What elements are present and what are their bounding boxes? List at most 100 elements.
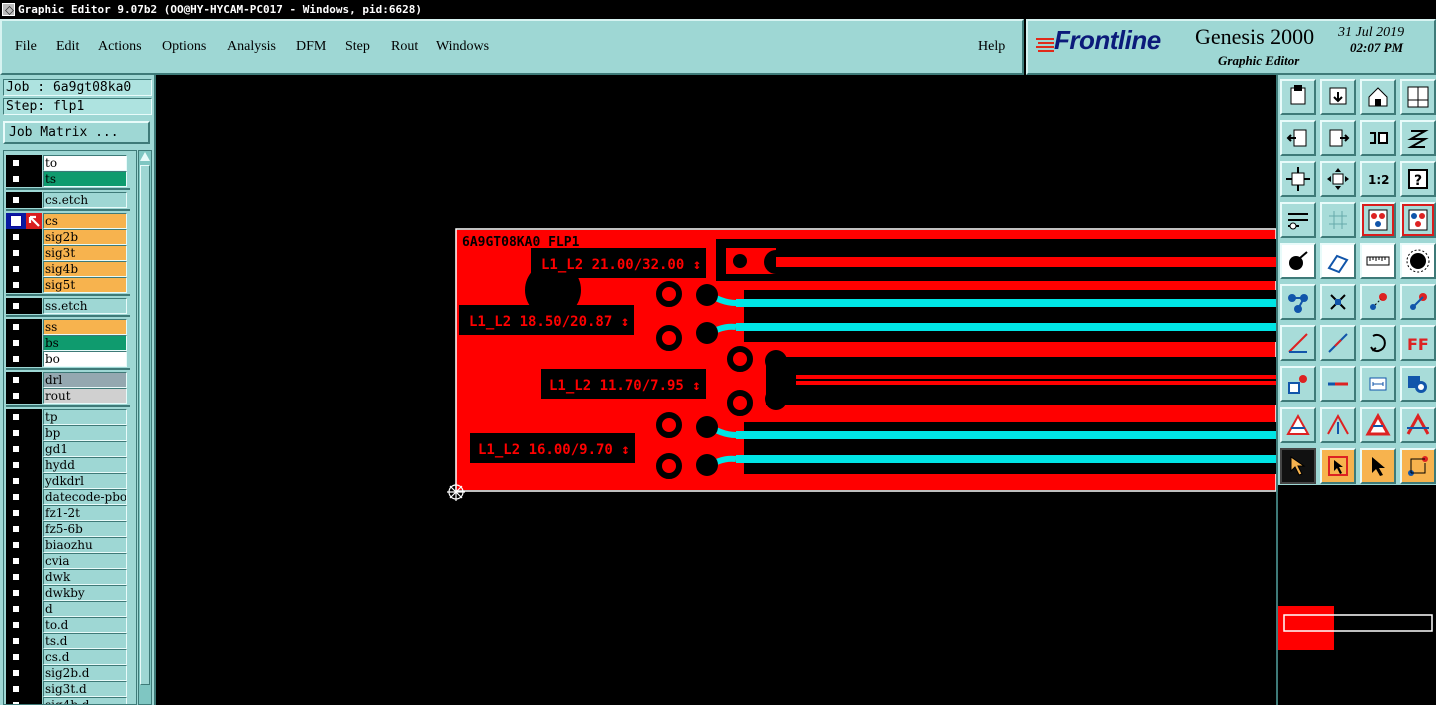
fit-all-tool-button[interactable]: [1280, 161, 1316, 197]
layer-checkbox[interactable]: [11, 476, 21, 486]
home-tool-button[interactable]: [1360, 79, 1396, 115]
snap-tool-button[interactable]: [1400, 120, 1436, 156]
layer-row-cs[interactable]: cs: [6, 213, 128, 229]
layer-checkbox[interactable]: [11, 524, 21, 534]
layer-affected-slot[interactable]: [26, 537, 42, 553]
layer-affected-slot[interactable]: [26, 155, 42, 171]
layer-row-ydkdrl[interactable]: ydkdrl: [6, 473, 128, 489]
layer-row-tp[interactable]: tp: [6, 409, 128, 425]
layer-checkbox[interactable]: [11, 216, 21, 226]
layer-checkbox[interactable]: [11, 492, 21, 502]
layer-name[interactable]: cs.etch: [43, 192, 127, 208]
layer-affected-slot[interactable]: [26, 697, 42, 704]
layer-affected-slot[interactable]: [26, 457, 42, 473]
layer-checkbox[interactable]: [11, 556, 21, 566]
layer-checkbox[interactable]: [11, 540, 21, 550]
layer-checkbox[interactable]: [11, 391, 21, 401]
window-tool-button[interactable]: [1400, 79, 1436, 115]
layer-name[interactable]: cvia: [43, 553, 127, 569]
layer-row-fz5-6b[interactable]: fz5-6b: [6, 521, 128, 537]
pointer-tool-button[interactable]: [1280, 448, 1316, 484]
grid-tool-button[interactable]: [1320, 202, 1356, 238]
layer-name[interactable]: bo: [43, 351, 127, 367]
menu-actions[interactable]: Actions: [98, 39, 142, 55]
layer-checkbox[interactable]: [11, 588, 21, 598]
layer-name[interactable]: bs: [43, 335, 127, 351]
layer-row-hydd[interactable]: hydd: [6, 457, 128, 473]
cross-tool-button[interactable]: [1320, 284, 1356, 320]
layer-checkbox[interactable]: [11, 412, 21, 422]
layer-row-bp[interactable]: bp: [6, 425, 128, 441]
layer-affected-slot[interactable]: [26, 473, 42, 489]
ruler-tool-button[interactable]: [1360, 243, 1396, 279]
undo-zoom-tool-button[interactable]: [1360, 120, 1396, 156]
menu-analysis[interactable]: Analysis: [227, 39, 276, 55]
layer-affected-slot[interactable]: [26, 409, 42, 425]
drag-pad-tool-button[interactable]: [1360, 284, 1396, 320]
layer-affected-slot[interactable]: [26, 229, 42, 245]
layer-affected-slot[interactable]: [26, 277, 42, 293]
fit-profile-tool-button[interactable]: [1320, 161, 1356, 197]
layer-row-sig2b[interactable]: sig2b: [6, 229, 128, 245]
layer-name[interactable]: ts.d: [43, 633, 127, 649]
overview-map[interactable]: [1276, 485, 1436, 705]
settings-tool-button[interactable]: [1280, 202, 1316, 238]
layer-affected-slot[interactable]: [26, 192, 42, 208]
copy-tool-button[interactable]: [1280, 79, 1316, 115]
layer-checkbox[interactable]: [11, 338, 21, 348]
layer-row-sig2b-d[interactable]: sig2b.d: [6, 665, 128, 681]
layer-row-cs-etch[interactable]: cs.etch: [6, 192, 128, 208]
layer-row-gd1[interactable]: gd1: [6, 441, 128, 457]
layers-red-2-tool-button[interactable]: [1400, 202, 1436, 238]
layer-name[interactable]: drl: [43, 372, 127, 388]
pad-feature-tool-button[interactable]: [1280, 366, 1316, 402]
layer-checkbox[interactable]: [11, 322, 21, 332]
layer-name[interactable]: biaozhu: [43, 537, 127, 553]
line-feature-tool-button[interactable]: [1320, 366, 1356, 402]
layer-row-to-d[interactable]: to.d: [6, 617, 128, 633]
layer-checkbox[interactable]: [11, 444, 21, 454]
layer-name[interactable]: d: [43, 601, 127, 617]
layer-row-cvia[interactable]: cvia: [6, 553, 128, 569]
layer-row-bo[interactable]: bo: [6, 351, 128, 367]
layer-checkbox[interactable]: [11, 354, 21, 364]
layer-row-dwkby[interactable]: dwkby: [6, 585, 128, 601]
layer-affected-slot[interactable]: [26, 649, 42, 665]
layer-checkbox[interactable]: [11, 174, 21, 184]
layer-name[interactable]: ss: [43, 319, 127, 335]
layer-name[interactable]: ydkdrl: [43, 473, 127, 489]
layer-affected-slot[interactable]: [26, 617, 42, 633]
layer-name[interactable]: cs.d: [43, 649, 127, 665]
layer-name[interactable]: fz1-2t: [43, 505, 127, 521]
layer-affected-slot[interactable]: [26, 585, 42, 601]
layer-affected-slot[interactable]: [26, 633, 42, 649]
layer-name[interactable]: sig5t: [43, 277, 127, 293]
layer-affected-slot[interactable]: [26, 681, 42, 697]
layer-affected-slot[interactable]: [26, 245, 42, 261]
layer-row-sig3t-d[interactable]: sig3t.d: [6, 681, 128, 697]
layer-checkbox[interactable]: [11, 652, 21, 662]
diagonal-tool-button[interactable]: [1320, 325, 1356, 361]
paste-tool-button[interactable]: [1320, 79, 1356, 115]
move-right-tool-button[interactable]: [1320, 120, 1356, 156]
menu-help[interactable]: Help: [978, 39, 1005, 55]
layer-row-biaozhu[interactable]: biaozhu: [6, 537, 128, 553]
layer-checkbox[interactable]: [11, 460, 21, 470]
layer-row-sig4b-d[interactable]: sig4b.d: [6, 697, 128, 704]
layer-checkbox[interactable]: [11, 700, 21, 704]
layer-affected-slot[interactable]: [26, 335, 42, 351]
menu-windows[interactable]: Windows: [436, 39, 489, 55]
layer-affected-slot[interactable]: [26, 553, 42, 569]
delta-tool-button[interactable]: [1280, 407, 1316, 443]
layer-affected-slot[interactable]: [26, 441, 42, 457]
board-view[interactable]: 6A9GT08KA0 FLP1 L1_L2 21.00/32.00 ↕ L1_L…: [156, 75, 1276, 705]
layer-name[interactable]: datecode-pbo: [43, 489, 127, 505]
route-tool-button[interactable]: [1280, 284, 1316, 320]
menu-options[interactable]: Options: [162, 39, 206, 55]
layer-row-d[interactable]: d: [6, 601, 128, 617]
scroll-up-icon[interactable]: [140, 152, 150, 161]
layer-affected-slot[interactable]: [26, 388, 42, 404]
text-ff-tool-button[interactable]: FF: [1400, 325, 1436, 361]
layer-affected-slot[interactable]: [26, 425, 42, 441]
layer-affected-slot[interactable]: [26, 351, 42, 367]
